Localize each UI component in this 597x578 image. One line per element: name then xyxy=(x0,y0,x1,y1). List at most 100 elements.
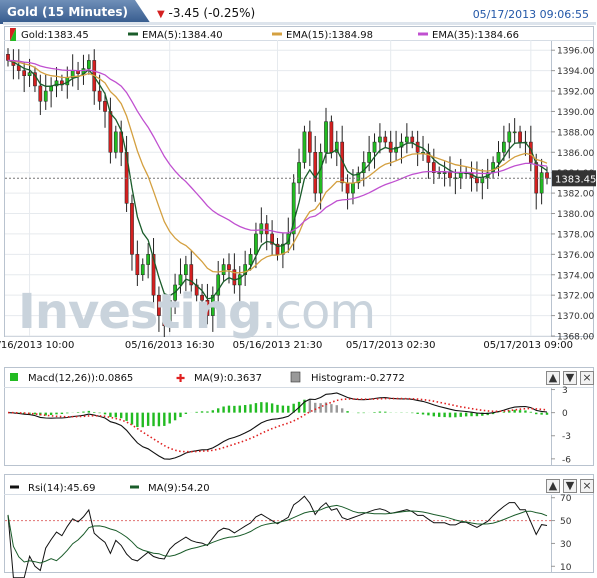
macd-histogram-bar xyxy=(130,412,134,425)
candle-body xyxy=(254,233,258,255)
price-y-tick-label: 1378.00 xyxy=(557,230,594,240)
histogram-legend-swatch xyxy=(290,371,301,383)
price-y-tick-label: 1382.00 xyxy=(557,190,594,200)
candle-body xyxy=(313,152,318,194)
macd-histogram-bar xyxy=(540,412,543,415)
candle-body xyxy=(448,172,452,179)
macd-histogram-bar xyxy=(114,412,117,418)
macd-histogram-bar xyxy=(260,402,263,413)
candle-body xyxy=(415,141,420,153)
candle-body xyxy=(507,131,512,143)
candle-body xyxy=(113,131,118,153)
candle-body xyxy=(367,152,371,163)
macd-histogram-bar xyxy=(141,412,144,428)
macd-histogram-bar xyxy=(427,412,430,416)
macd-histogram-bar xyxy=(233,405,236,413)
legend-main-label: Gold:1383.45 xyxy=(21,30,89,41)
macd-histogram-bar xyxy=(76,412,80,413)
macd-histogram-bar xyxy=(179,412,182,418)
macd-histogram-bar xyxy=(276,404,279,413)
candle-body xyxy=(22,70,27,76)
price-y-tick-label: 1392.00 xyxy=(557,88,594,98)
macd-histogram-bar xyxy=(206,411,209,413)
macd-histogram-bar xyxy=(82,411,85,413)
macd-move-up-button[interactable]: ▲ xyxy=(546,371,560,385)
macd-histogram-bar xyxy=(545,412,549,415)
macd-histogram-bar xyxy=(454,412,457,418)
macd-histogram-bar xyxy=(49,412,53,415)
macd-histogram-bar xyxy=(470,412,473,417)
candle-body xyxy=(410,136,415,143)
macd-histogram-bar xyxy=(222,406,225,413)
candle-body xyxy=(184,264,188,276)
watermark-suffix: .com xyxy=(261,284,376,340)
candle-body xyxy=(383,136,388,143)
candle-body xyxy=(496,152,501,163)
macd-histogram-bar xyxy=(464,412,468,417)
price-y-tick-label: 1370.00 xyxy=(557,312,594,322)
candle-body xyxy=(545,172,549,179)
plus-icon: ✚ xyxy=(176,372,185,385)
price-y-tick-label: 1386.00 xyxy=(557,149,594,159)
macd-histogram-bar xyxy=(448,412,452,418)
macd-histogram-bar xyxy=(254,403,258,413)
macd-legend-swatch xyxy=(10,373,18,381)
rsi-close-button[interactable]: × xyxy=(580,479,594,493)
macd-histogram-bar xyxy=(518,410,522,413)
candle-body xyxy=(135,254,140,276)
macd-histogram-bar xyxy=(103,412,107,415)
price-y-tick-label: 1390.00 xyxy=(557,108,594,118)
macd-histogram-bar xyxy=(416,412,419,414)
price-y-tick-label: 1394.00 xyxy=(557,67,594,77)
rsi-legend-label: MA(9):54.20 xyxy=(148,483,210,494)
rsi-move-up-button[interactable]: ▲ xyxy=(546,479,560,493)
macd-histogram-bar xyxy=(152,412,155,427)
chart-widget: Gold (15 Minutes) ▼ -3.45 (-0.25%) 05/17… xyxy=(0,0,597,578)
macd-histogram-bar xyxy=(243,405,247,413)
macd-histogram-bar xyxy=(119,412,123,419)
candle-body xyxy=(227,264,231,270)
macd-close-button[interactable]: × xyxy=(580,371,594,385)
candle-body xyxy=(324,121,328,153)
macd-histogram-bar xyxy=(136,412,139,428)
candle-body xyxy=(87,60,91,69)
macd-histogram-bar xyxy=(265,402,268,413)
macd-histogram-bar xyxy=(211,410,215,413)
macd-histogram-bar xyxy=(238,405,241,413)
macd-histogram-bar xyxy=(432,412,436,417)
candle-body xyxy=(502,141,506,153)
price-y-tick-label: 1374.00 xyxy=(557,271,594,281)
macd-histogram-bar xyxy=(60,412,64,414)
candle-body xyxy=(512,131,517,134)
price-y-tick-label: 1388.00 xyxy=(557,128,594,138)
macd-histogram-bar xyxy=(98,412,101,414)
macd-histogram-bar xyxy=(125,412,128,421)
candle-body xyxy=(6,54,10,61)
rsi-move-down-button[interactable]: ▼ xyxy=(563,479,577,493)
candle-body xyxy=(388,141,393,153)
candle-body xyxy=(103,100,107,112)
candle-body xyxy=(43,90,48,102)
macd-histogram-bar xyxy=(535,412,538,415)
macd-histogram-bar xyxy=(421,412,425,415)
legend-main-label: EMA(5):1384.40 xyxy=(142,30,223,41)
macd-histogram-bar xyxy=(281,405,285,413)
macd-histogram-bar xyxy=(340,408,344,413)
price-x-tick-label: 05/17/2013 09:00 xyxy=(483,340,573,351)
macd-histogram-bar xyxy=(146,412,150,426)
macd-histogram-bar xyxy=(346,411,349,413)
macd-histogram-bar xyxy=(249,404,252,413)
candle-body xyxy=(442,172,447,174)
price-x-tick-label: 05/16/2013 21:30 xyxy=(233,340,323,351)
candle-body xyxy=(140,264,145,276)
macd-move-down-button[interactable]: ▼ xyxy=(563,371,577,385)
macd-histogram-bar xyxy=(195,411,198,413)
candle-body xyxy=(534,162,539,194)
price-y-tick-label: 1380.00 xyxy=(557,210,594,220)
macd-histogram-bar xyxy=(513,409,516,413)
candle-body xyxy=(539,172,544,194)
candle-body xyxy=(297,162,301,184)
macd-histogram-bar xyxy=(66,412,69,414)
macd-histogram-bar xyxy=(335,405,338,413)
macd-histogram-bar xyxy=(184,412,188,414)
